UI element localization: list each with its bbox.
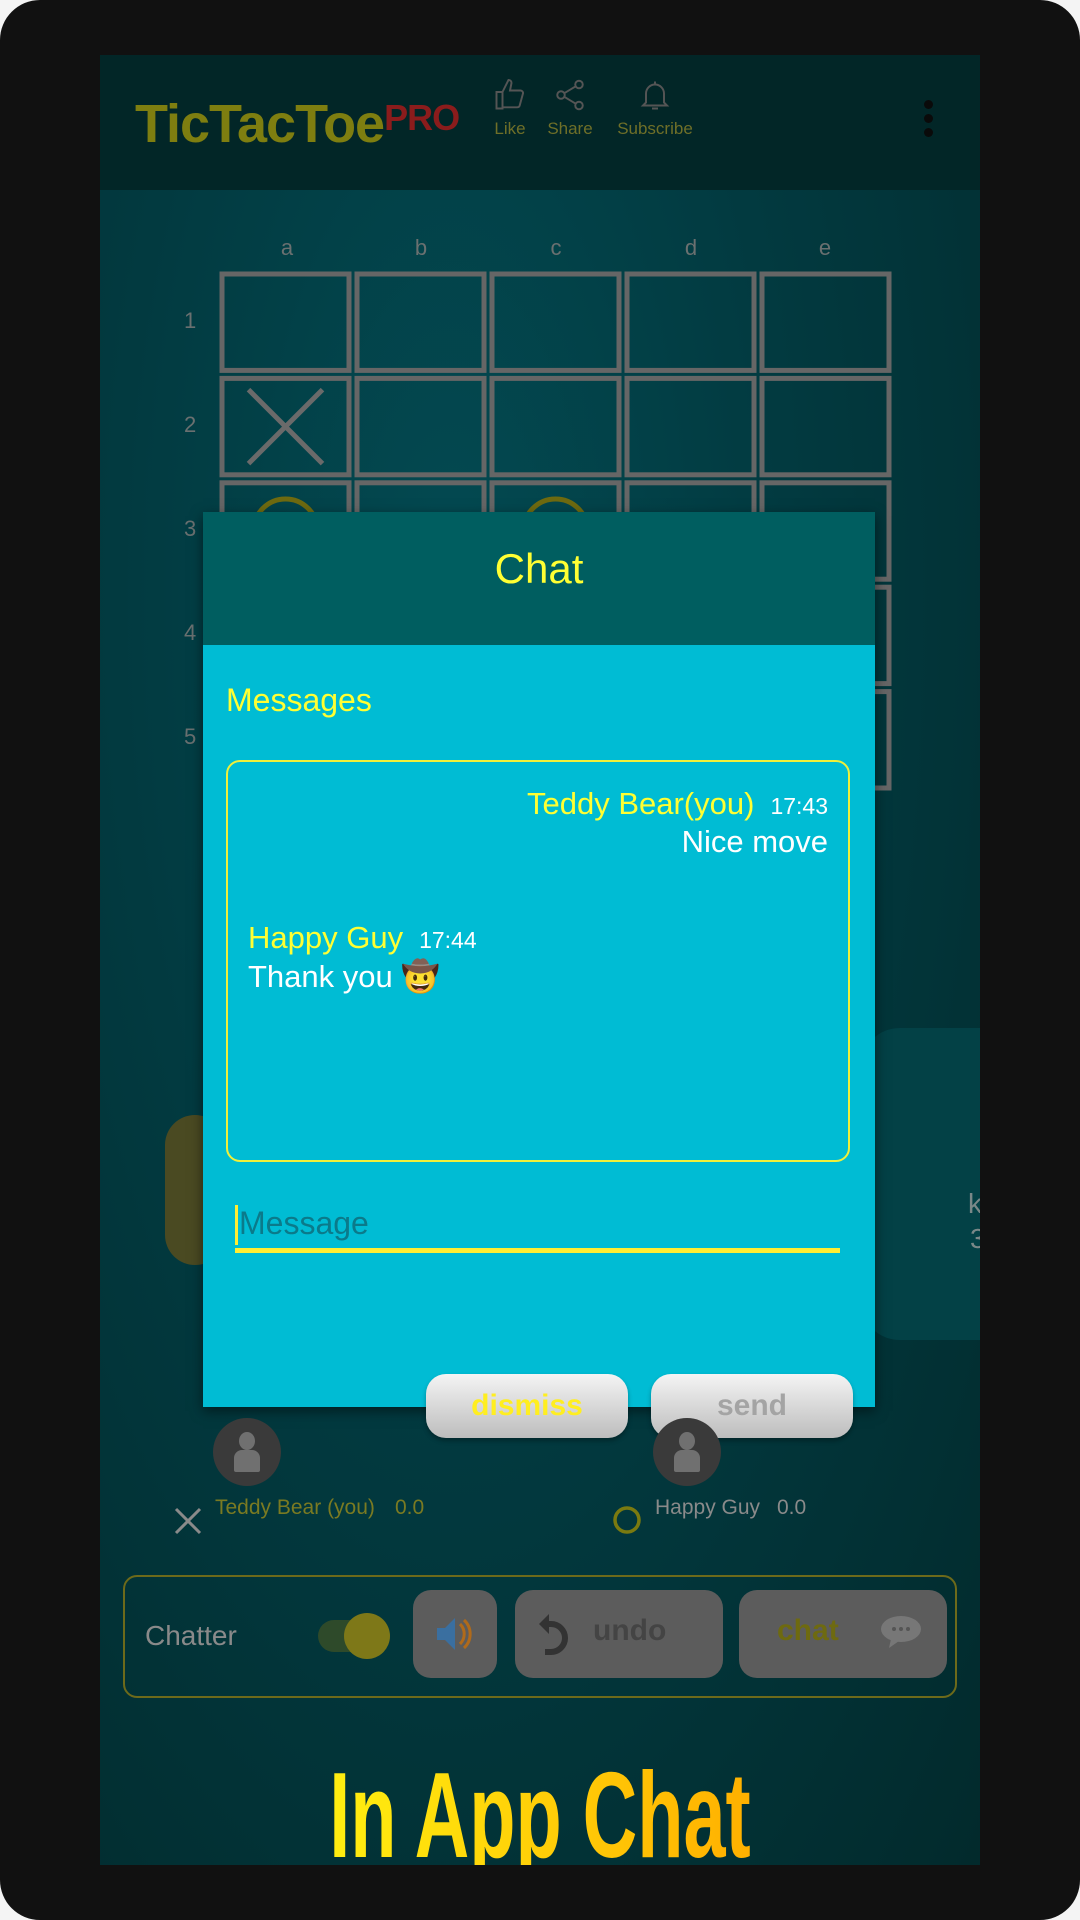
- bell-icon: [640, 81, 670, 110]
- x-piece: [246, 387, 325, 466]
- chat-dialog: Chat Messages Teddy Bear(you) 17:43 Nice …: [203, 512, 875, 1438]
- column-label: a: [280, 235, 294, 260]
- row-label: 3: [184, 516, 197, 541]
- board-cell-d1[interactable]: [624, 271, 757, 373]
- message-sender: Happy Guy: [248, 920, 404, 955]
- message-placeholder: Message: [239, 1205, 369, 1241]
- message-item: Teddy Bear(you) 17:43 Nice move: [527, 786, 828, 860]
- row-label: 2: [184, 412, 197, 437]
- column-label: d: [684, 235, 698, 260]
- cowboy-emoji-icon: 🤠: [401, 959, 440, 994]
- player-avatar: [213, 1418, 281, 1486]
- board-cell-d2[interactable]: [624, 375, 757, 478]
- message-item: Happy Guy 17:44 Thank you 🤠: [248, 920, 477, 995]
- player-name: Teddy Bear (you): [215, 1496, 375, 1519]
- app-header: TicTacToePRO Like Share Subscribe: [100, 55, 980, 190]
- dismiss-button[interactable]: dismiss: [426, 1374, 628, 1438]
- dialog-title: Chat: [203, 512, 875, 645]
- chatter-toggle[interactable]: [318, 1613, 390, 1659]
- player-name: Happy Guy: [655, 1496, 761, 1519]
- o-mark-icon: [613, 1506, 641, 1534]
- board-cell-c1[interactable]: [489, 271, 622, 373]
- app-screen: TicTacToePRO Like Share Subscribe a b c …: [100, 55, 980, 1865]
- speaker-icon: [437, 1618, 472, 1650]
- pro-badge: PRO: [384, 97, 460, 138]
- bottom-toolbar: Chatter undo chat: [123, 1575, 957, 1698]
- x-mark-icon: [174, 1507, 202, 1535]
- info-panel: kes 3: [860, 1028, 980, 1340]
- row-label: 4: [184, 620, 197, 645]
- message-sender: Teddy Bear(you): [526, 786, 755, 821]
- message-text: Nice move: [681, 824, 828, 859]
- column-label: b: [414, 235, 428, 260]
- message-time: 17:44: [419, 927, 477, 953]
- text-cursor: [235, 1205, 238, 1245]
- message-text: Thank you: [248, 959, 393, 994]
- share-button[interactable]: Share: [530, 77, 610, 139]
- player-score: 0.0: [777, 1496, 807, 1519]
- row-label: 5: [184, 724, 197, 749]
- promo-banner: In App Chat: [100, 1745, 980, 1865]
- message-time: 17:43: [770, 793, 828, 819]
- row-label: 1: [184, 308, 197, 333]
- undo-button[interactable]: undo: [515, 1590, 723, 1678]
- chat-label: chat: [777, 1614, 839, 1647]
- subscribe-button[interactable]: Subscribe: [610, 77, 700, 139]
- chatter-label: Chatter: [145, 1620, 237, 1651]
- board-cell-e2[interactable]: [759, 375, 892, 478]
- speech-bubble-icon: [881, 1616, 921, 1648]
- board-cell-b1[interactable]: [354, 271, 487, 373]
- sound-button[interactable]: [413, 1590, 497, 1678]
- message-input[interactable]: Message: [235, 1197, 840, 1253]
- column-label: c: [550, 235, 562, 260]
- board-cell-c2[interactable]: [489, 375, 622, 478]
- more-vert-icon[interactable]: [922, 100, 934, 142]
- board-cell-b2[interactable]: [354, 375, 487, 478]
- board-cell-a1[interactable]: [219, 271, 352, 373]
- share-icon: [556, 79, 584, 111]
- player-score: 0.0: [395, 1496, 425, 1519]
- undo-icon: [539, 1614, 568, 1655]
- board-cell-e1[interactable]: [759, 271, 892, 373]
- messages-label: Messages: [226, 682, 372, 718]
- undo-label: undo: [593, 1614, 667, 1647]
- player-avatar: [653, 1418, 721, 1486]
- column-label: e: [818, 235, 832, 260]
- thumbs-up-icon: [495, 79, 525, 110]
- app-title: TicTacToePRO: [135, 94, 460, 154]
- messages-list[interactable]: Teddy Bear(you) 17:43 Nice move Happy Guy…: [226, 760, 850, 1162]
- chat-button[interactable]: chat: [739, 1590, 947, 1678]
